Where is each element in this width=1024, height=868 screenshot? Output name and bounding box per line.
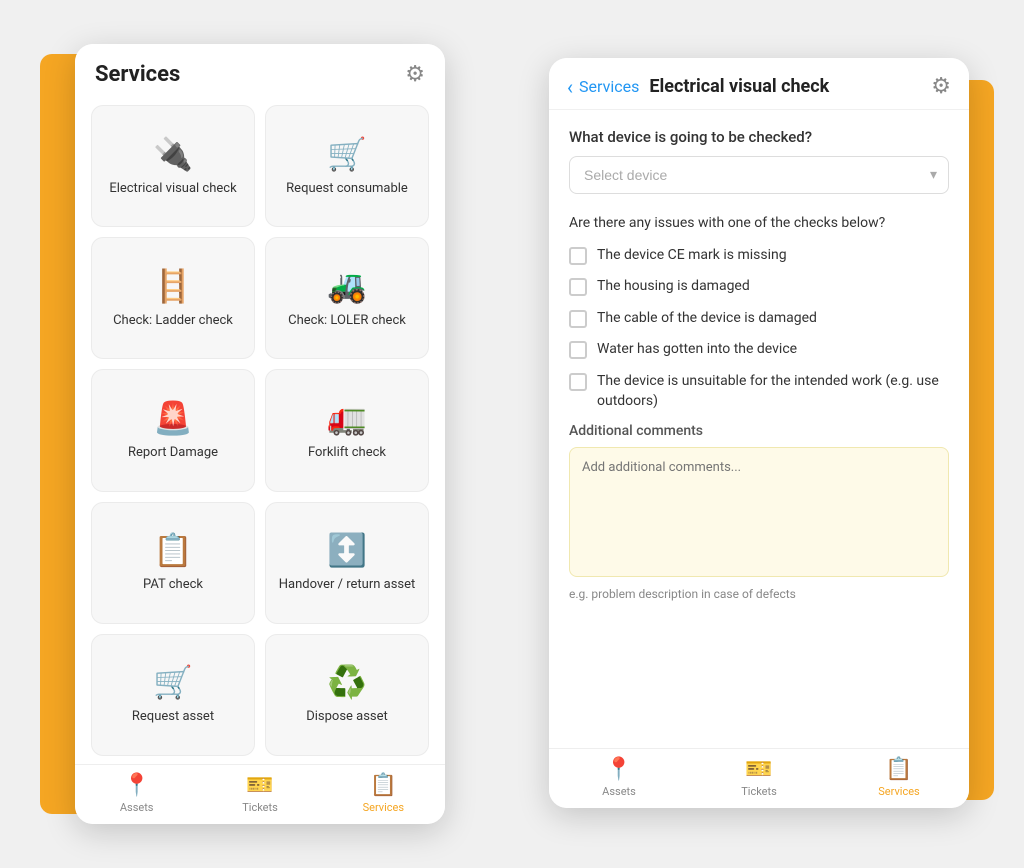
service-card-pat[interactable]: 📋 PAT check xyxy=(91,502,255,624)
form-body: What device is going to be checked? Sele… xyxy=(549,110,969,748)
right-nav-icon-tickets: 🎫 xyxy=(745,757,772,782)
device-select-wrapper: Select device ▾ xyxy=(569,156,949,194)
service-label-loler: Check: LOLER check xyxy=(288,313,406,330)
left-phone: Services ⚙ 🔌 Electrical visual check 🛒 R… xyxy=(75,44,445,824)
service-card-forklift[interactable]: 🚛 Forklift check xyxy=(265,369,429,491)
left-phone-title: Services xyxy=(95,62,180,87)
service-label-electrical: Electrical visual check xyxy=(109,181,236,198)
right-nav-item-tickets[interactable]: 🎫 Tickets xyxy=(689,757,829,798)
device-select[interactable]: Select device xyxy=(569,156,949,194)
service-card-loler[interactable]: 🚜 Check: LOLER check xyxy=(265,237,429,359)
check-item-water[interactable]: Water has gotten into the device xyxy=(569,340,949,360)
left-nav-label-tickets: Tickets xyxy=(242,801,278,814)
service-card-electrical[interactable]: 🔌 Electrical visual check xyxy=(91,105,255,227)
checkbox-water[interactable] xyxy=(569,341,587,359)
left-nav-label-services: Services xyxy=(363,801,404,814)
left-nav-label-assets: Assets xyxy=(120,801,154,814)
settings-icon[interactable]: ⚙ xyxy=(405,62,425,87)
right-nav-icon-services: 📋 xyxy=(885,757,912,782)
checks-question: Are there any issues with one of the che… xyxy=(569,214,949,234)
service-label-request-asset: Request asset xyxy=(132,709,214,726)
service-icon-request-asset: 🛒 xyxy=(153,663,193,701)
service-label-ladder: Check: Ladder check xyxy=(113,313,233,330)
service-label-handover: Handover / return asset xyxy=(279,577,416,594)
service-label-forklift: Forklift check xyxy=(308,445,386,462)
check-item-ce-mark[interactable]: The device CE mark is missing xyxy=(569,246,949,266)
device-question: What device is going to be checked? xyxy=(569,128,949,146)
right-nav-label-services: Services xyxy=(878,785,919,798)
service-card-request-asset[interactable]: 🛒 Request asset xyxy=(91,634,255,756)
check-label-housing: The housing is damaged xyxy=(597,277,750,297)
left-nav-icon-tickets: 🎫 xyxy=(246,773,273,798)
left-nav-item-assets[interactable]: 📍 Assets xyxy=(75,773,198,814)
right-nav-item-assets[interactable]: 📍 Assets xyxy=(549,757,689,798)
service-card-dispose[interactable]: ♻️ Dispose asset xyxy=(265,634,429,756)
right-header-left: ‹ Services Electrical visual check xyxy=(567,75,829,99)
check-item-cable[interactable]: The cable of the device is damaged xyxy=(569,309,949,329)
service-icon-loler: 🚜 xyxy=(327,267,367,305)
left-nav-icon-assets: 📍 xyxy=(123,773,150,798)
check-label-water: Water has gotten into the device xyxy=(597,340,797,360)
right-nav-icon-assets: 📍 xyxy=(605,757,632,782)
right-page-title: Electrical visual check xyxy=(649,76,829,97)
left-bottom-nav: 📍 Assets 🎫 Tickets 📋 Services xyxy=(75,764,445,824)
check-label-cable: The cable of the device is damaged xyxy=(597,309,817,329)
checks-list: The device CE mark is missing The housin… xyxy=(569,246,949,412)
right-bottom-nav: 📍 Assets 🎫 Tickets 📋 Services xyxy=(549,748,969,808)
left-nav-icon-services: 📋 xyxy=(370,773,397,798)
service-card-consumable[interactable]: 🛒 Request consumable xyxy=(265,105,429,227)
right-phone-header: ‹ Services Electrical visual check ⚙ xyxy=(549,58,969,110)
check-label-unsuitable: The device is unsuitable for the intende… xyxy=(597,372,949,411)
service-label-pat: PAT check xyxy=(143,577,203,594)
service-card-handover[interactable]: ↕️ Handover / return asset xyxy=(265,502,429,624)
right-phone: ‹ Services Electrical visual check ⚙ Wha… xyxy=(549,58,969,808)
comments-hint: e.g. problem description in case of defe… xyxy=(569,587,949,601)
breadcrumb-services[interactable]: Services xyxy=(579,77,639,96)
check-item-housing[interactable]: The housing is damaged xyxy=(569,277,949,297)
checkbox-cable[interactable] xyxy=(569,310,587,328)
service-icon-pat: 📋 xyxy=(153,531,193,569)
left-nav-item-services[interactable]: 📋 Services xyxy=(322,773,445,814)
checkbox-ce-mark[interactable] xyxy=(569,247,587,265)
right-nav-label-assets: Assets xyxy=(602,785,636,798)
left-nav-item-tickets[interactable]: 🎫 Tickets xyxy=(198,773,321,814)
comments-label: Additional comments xyxy=(569,423,949,439)
service-label-consumable: Request consumable xyxy=(286,181,408,198)
back-button[interactable]: ‹ xyxy=(567,75,573,99)
service-card-ladder[interactable]: 🪜 Check: Ladder check xyxy=(91,237,255,359)
check-label-ce-mark: The device CE mark is missing xyxy=(597,246,787,266)
comments-textarea[interactable] xyxy=(569,447,949,577)
service-icon-forklift: 🚛 xyxy=(327,399,367,437)
right-nav-item-services[interactable]: 📋 Services xyxy=(829,757,969,798)
service-icon-consumable: 🛒 xyxy=(327,135,367,173)
service-icon-handover: ↕️ xyxy=(327,531,367,569)
service-label-damage: Report Damage xyxy=(128,445,218,462)
service-label-dispose: Dispose asset xyxy=(306,709,388,726)
right-nav-label-tickets: Tickets xyxy=(741,785,777,798)
service-card-damage[interactable]: 🚨 Report Damage xyxy=(91,369,255,491)
service-icon-electrical: 🔌 xyxy=(153,135,193,173)
left-phone-header: Services ⚙ xyxy=(75,44,445,97)
service-icon-dispose: ♻️ xyxy=(327,663,367,701)
check-item-unsuitable[interactable]: The device is unsuitable for the intende… xyxy=(569,372,949,411)
checkbox-unsuitable[interactable] xyxy=(569,373,587,391)
services-grid: 🔌 Electrical visual check 🛒 Request cons… xyxy=(75,97,445,764)
checkbox-housing[interactable] xyxy=(569,278,587,296)
service-icon-damage: 🚨 xyxy=(153,399,193,437)
service-icon-ladder: 🪜 xyxy=(153,267,193,305)
right-settings-icon[interactable]: ⚙ xyxy=(931,74,951,99)
